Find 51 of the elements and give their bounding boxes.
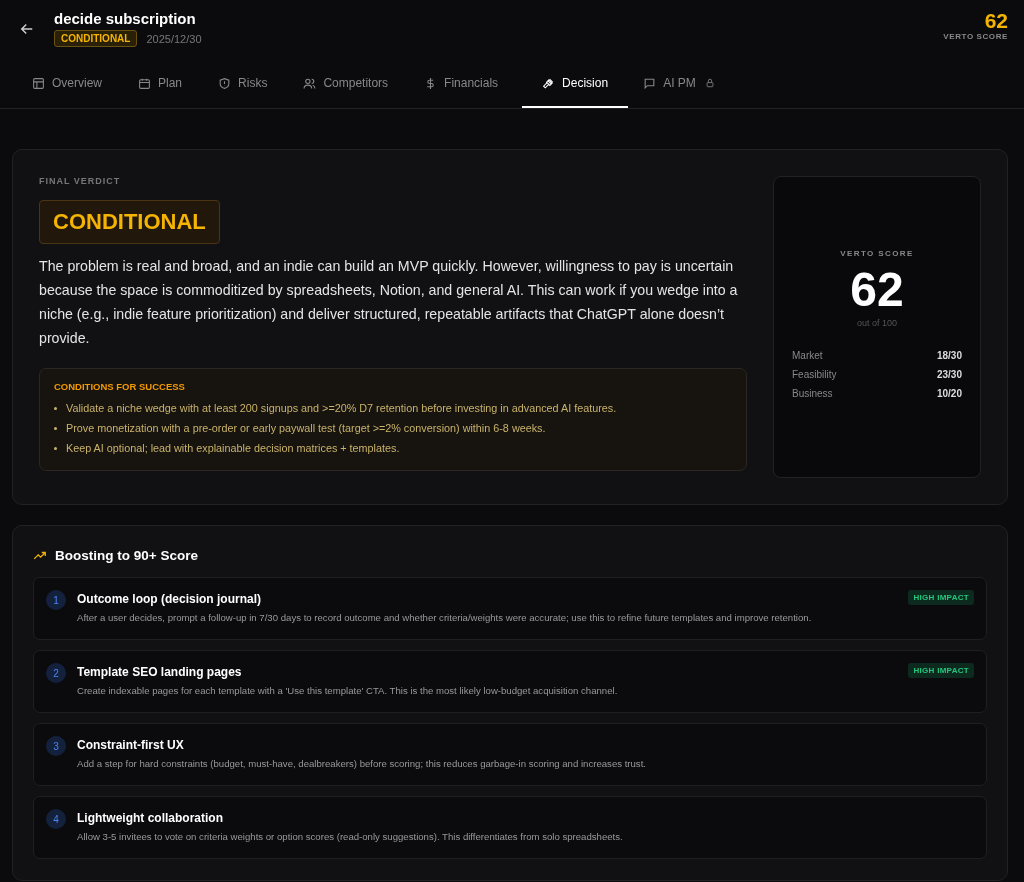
tab[interactable]: Overview bbox=[20, 60, 123, 108]
item-description: Create indexable pages for each template with a 'Use this template' CTA. This is the most likely low-budget acquisition channel. bbox=[77, 685, 619, 696]
impact-badge: HIGH IMPACT bbox=[908, 663, 974, 678]
item-title: Template SEO landing pages bbox=[77, 665, 243, 679]
breakdown-label: Market bbox=[792, 350, 823, 361]
item-description: Allow 3-5 invitees to vote on criteria weights or option scores (read-only suggestions). This differentiates from solo spreadsheets. bbox=[77, 831, 624, 842]
tab[interactable]: Competitors bbox=[291, 60, 410, 108]
tab[interactable]: Plan bbox=[126, 60, 204, 108]
verdict-badge: CONDITIONAL bbox=[39, 200, 220, 244]
layout-icon bbox=[32, 76, 45, 90]
users-icon bbox=[303, 76, 317, 90]
tab[interactable]: Risks bbox=[206, 60, 289, 108]
condition-text: Keep AI optional; lead with explainable decision matrices + templates. bbox=[66, 441, 400, 456]
tab[interactable]: Decision bbox=[522, 60, 629, 108]
status-badge: CONDITIONAL bbox=[54, 30, 138, 47]
score-label: VERTO SCORE bbox=[943, 32, 1008, 41]
breakdown-label: Business bbox=[792, 388, 833, 399]
date-text: 2025/12/30 bbox=[146, 32, 202, 45]
score-value: 62 bbox=[850, 264, 904, 316]
message-icon bbox=[643, 76, 657, 90]
breakdown-value: 10/20 bbox=[936, 388, 962, 399]
conditions-title: CONDITIONS FOR SUCCESS bbox=[54, 381, 186, 392]
item-description: Add a step for hard constraints (budget, must-have, dealbreakers) before scoring; this reduces garbage-in scoring and increases trust. bbox=[77, 758, 647, 769]
item-description: After a user decides, prompt a follow-up in 7/30 days to record outcome and whether criteria/weights were accurate; use this to refine future templates and improve retention. bbox=[77, 612, 813, 623]
tab[interactable]: AI PM bbox=[631, 60, 736, 108]
step-number: 2 bbox=[46, 663, 66, 683]
step-number: 1 bbox=[46, 590, 66, 610]
score-out-of: out of 100 bbox=[856, 318, 897, 328]
condition-text: Prove monetization with a pre-order or early paywall test (target >=2% conversion) within 6-8 weeks. bbox=[66, 421, 546, 436]
page-title: decide subscription bbox=[54, 10, 197, 27]
step-number: 3 bbox=[46, 736, 66, 756]
breakdown-value: 18/30 bbox=[936, 350, 962, 361]
section-title: Boosting to 90+ Score bbox=[55, 548, 198, 563]
condition-text: Validate a niche wedge with at least 200 signups and >=20% D7 retention before investing in advanced AI features. bbox=[66, 401, 617, 416]
item-title: Constraint-first UX bbox=[77, 738, 185, 752]
item-title: Lightweight collaboration bbox=[77, 811, 224, 825]
impact-badge: HIGH IMPACT bbox=[908, 590, 974, 605]
bullet-icon bbox=[54, 426, 57, 430]
bullet-icon bbox=[54, 446, 57, 450]
calendar-icon bbox=[138, 76, 151, 90]
step-number: 4 bbox=[46, 809, 66, 829]
shield-icon bbox=[218, 76, 232, 90]
section-eyebrow: FINAL VERDICT bbox=[39, 176, 122, 186]
breakdown-value: 23/30 bbox=[936, 369, 962, 380]
tab[interactable]: Financials bbox=[412, 60, 520, 108]
verdict-summary: The problem is real and broad, and an indie can build an MVP quickly. However, willingness to pay is uncertain because the space is commoditized by spreadsheets, Notion, and general AI. This can work if you wedge into a niche (e.g., indie feature prioritization) and deliver structured, repeatable artifacts that ChatGPT alone doesn’t provide. bbox=[39, 257, 739, 348]
bullet-icon bbox=[54, 406, 57, 410]
score-label: VERTO SCORE bbox=[840, 249, 914, 258]
item-title: Outcome loop (decision journal) bbox=[77, 592, 262, 606]
breakdown-label: Feasibility bbox=[792, 369, 837, 380]
score-value: 62 bbox=[984, 10, 1008, 32]
